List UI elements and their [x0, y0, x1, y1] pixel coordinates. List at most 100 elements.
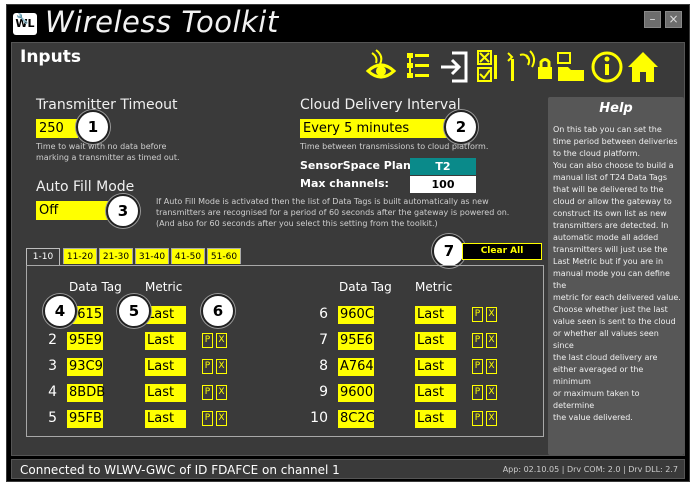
hint-line: If Auto Fill Mode is activated then the … [156, 197, 489, 206]
row-number: 7 [319, 332, 328, 348]
metric-select[interactable]: Last [145, 384, 186, 402]
data-tag-input[interactable]: 95E6 [338, 332, 374, 350]
metric-select[interactable]: Last [145, 358, 186, 376]
eye-signal-icon[interactable] [364, 47, 398, 87]
folder-icon[interactable] [554, 47, 588, 87]
help-line: transmitters are detected. In [553, 221, 669, 230]
p-button[interactable]: P [472, 333, 483, 348]
data-tag-header-left: Data Tag [69, 280, 122, 294]
metric-select[interactable]: Last [145, 410, 186, 428]
cloud-delivery-select[interactable]: Every 5 minutes [300, 119, 448, 138]
x-button[interactable]: X [216, 411, 227, 426]
auto-fill-select[interactable]: Off [36, 201, 108, 220]
metric-select[interactable]: Last [145, 332, 186, 350]
tab-51-60[interactable]: 51-60 [207, 248, 241, 264]
metric-select[interactable]: Last [415, 358, 456, 376]
x-button[interactable]: X [216, 333, 227, 348]
p-button[interactable]: P [472, 411, 483, 426]
help-line: value seen is sent to the cloud [553, 317, 676, 326]
help-line: construct its own list as new [553, 209, 667, 218]
tab-31-40[interactable]: 31-40 [135, 248, 169, 264]
tab-21-30[interactable]: 21-30 [99, 248, 133, 264]
p-button[interactable]: P [472, 359, 483, 374]
help-line: Choose whether just the last [553, 305, 668, 314]
page-title: Inputs [20, 47, 81, 67]
help-title: Help [599, 101, 633, 116]
metric-select[interactable]: Last [415, 306, 456, 324]
app-window: 🔧 WL Wireless Toolkit – × Inputs Transmi… [6, 4, 690, 482]
data-tag-input[interactable]: 960C [338, 306, 374, 324]
help-line: transmitters will just use the [553, 245, 668, 254]
version-info: App: 02.10.05 | Drv COM: 2.0 | Drv DLL: … [502, 465, 678, 474]
clear-all-button[interactable]: Clear All [462, 243, 542, 260]
app-title: Wireless Toolkit [45, 5, 279, 39]
help-line: or whether all values seen since [553, 329, 659, 350]
help-line: metric for each delivered value. [553, 293, 681, 302]
close-button[interactable]: × [665, 11, 682, 28]
lock-signal-icon[interactable] [522, 47, 556, 87]
data-tag-input[interactable]: 95FB [67, 410, 103, 428]
metric-select[interactable]: Last [145, 306, 186, 324]
metric-select[interactable]: Last [415, 332, 456, 350]
x-button[interactable]: X [486, 359, 497, 374]
help-text: On this tab you can set the time period … [553, 124, 681, 424]
auto-fill-hint: If Auto Fill Mode is activated then the … [156, 196, 509, 229]
checklist-icon[interactable] [472, 47, 506, 87]
data-tag-input[interactable]: 9600 [338, 384, 374, 402]
callout-7: 7 [432, 234, 466, 268]
row-number: 10 [310, 410, 328, 426]
row-number: 9 [319, 384, 328, 400]
login-icon[interactable] [438, 47, 472, 87]
data-tag-header-right: Data Tag [339, 280, 392, 294]
info-icon[interactable] [590, 47, 624, 87]
help-line: that will be delivered to the [553, 185, 664, 194]
data-tag-panel: Data Tag Metric Data Tag Metric 1 9615 L… [26, 265, 544, 437]
cloud-delivery-label: Cloud Delivery Interval [300, 97, 461, 113]
max-channels-label: Max channels: [300, 177, 389, 190]
callout-6: 6 [201, 294, 235, 328]
home-icon[interactable] [626, 47, 660, 87]
tab-1-10[interactable]: 1-10 [26, 248, 60, 266]
help-line: You can also choose to build a [553, 161, 674, 170]
tab-11-20[interactable]: 11-20 [63, 248, 97, 264]
hint-line: marking a transmitter as timed out. [36, 153, 180, 162]
help-line: the value delivered. [553, 413, 633, 422]
hint-line: transmitters are recognised for a period… [156, 208, 510, 217]
minimize-button[interactable]: – [644, 11, 661, 28]
list-icon[interactable] [401, 47, 435, 87]
p-button[interactable]: P [202, 333, 213, 348]
data-tag-input[interactable]: 8C2C [338, 410, 375, 428]
x-button[interactable]: X [486, 333, 497, 348]
x-button[interactable]: X [486, 411, 497, 426]
p-button[interactable]: P [202, 359, 213, 374]
metric-select[interactable]: Last [415, 410, 456, 428]
p-button[interactable]: P [472, 307, 483, 322]
p-button[interactable]: P [202, 385, 213, 400]
row-number: 5 [48, 410, 57, 426]
data-tag-input[interactable]: 8BDB [67, 384, 105, 402]
callout-2: 2 [444, 110, 478, 144]
transmitter-timeout-input[interactable]: 250 [36, 119, 78, 138]
callout-1: 1 [76, 110, 110, 144]
help-line: time period between deliveries [553, 137, 678, 146]
data-tag-input[interactable]: 93C9 [67, 358, 103, 376]
callout-3: 3 [106, 194, 140, 228]
p-button[interactable]: P [202, 411, 213, 426]
data-tag-input[interactable]: 95E9 [67, 332, 103, 350]
help-panel: Help On this tab you can set the time pe… [548, 97, 684, 455]
tab-41-50[interactable]: 41-50 [171, 248, 205, 264]
wrench-icon: 🔧 [16, 14, 29, 25]
x-button[interactable]: X [486, 385, 497, 400]
transmitter-timeout-label: Transmitter Timeout [36, 97, 178, 113]
x-button[interactable]: X [216, 385, 227, 400]
callout-4: 4 [43, 294, 77, 328]
x-button[interactable]: X [486, 307, 497, 322]
status-bar: Connected to WLWV-GWC of ID FDAFCE on ch… [11, 459, 685, 479]
row-number: 2 [48, 332, 57, 348]
metric-select[interactable]: Last [415, 384, 456, 402]
row-number: 3 [48, 358, 57, 374]
hint-line: (And also for 60 seconds after you selec… [156, 219, 438, 228]
x-button[interactable]: X [216, 359, 227, 374]
p-button[interactable]: P [472, 385, 483, 400]
data-tag-input[interactable]: A764 [338, 358, 374, 376]
